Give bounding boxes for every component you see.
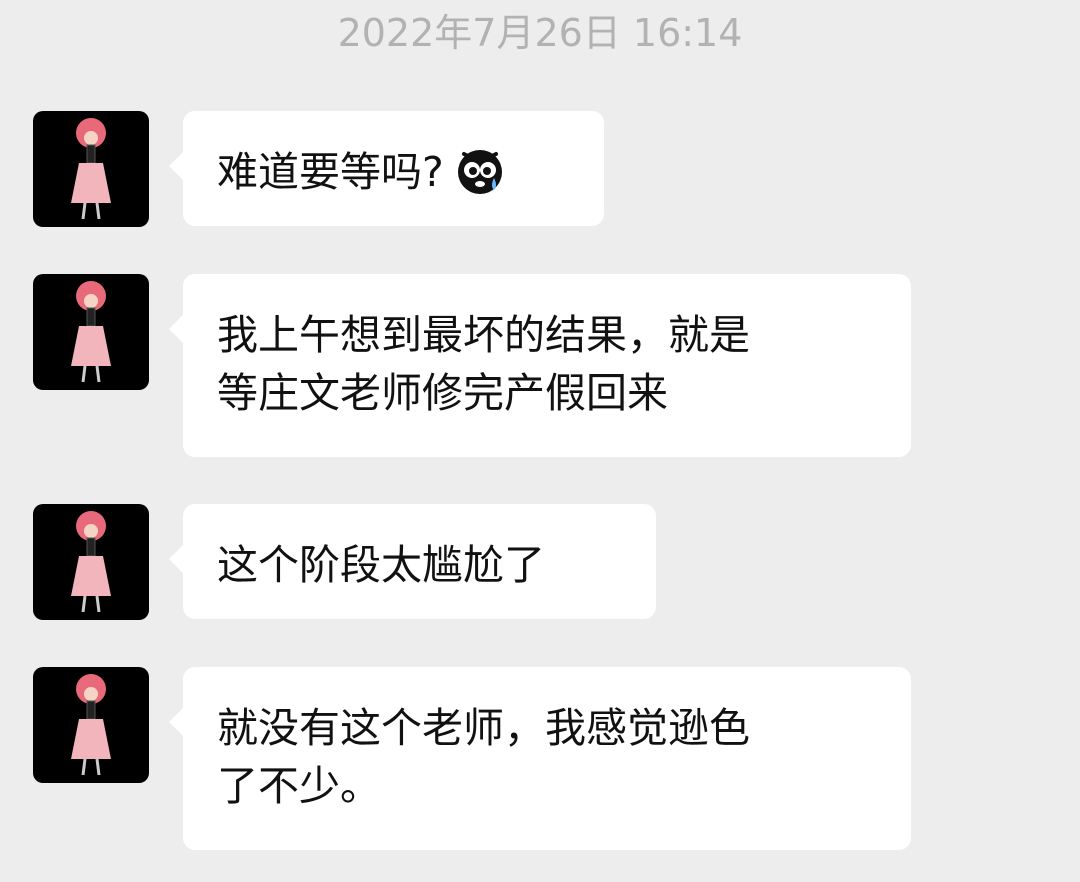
message-bubble[interactable]: 这个阶段太尴尬了 <box>169 504 656 619</box>
crying-face-emoji-icon <box>454 144 506 211</box>
avatar[interactable] <box>33 504 149 620</box>
message-text-line: 等庄文老师修完产假回来 <box>217 369 668 417</box>
message-text-line: 难道要等吗? <box>217 143 570 211</box>
avatar-figure-icon <box>71 511 111 613</box>
message-bubble[interactable]: 我上午想到最坏的结果，就是 等庄文老师修完产假回来 <box>169 274 911 457</box>
avatar-figure-icon <box>71 281 111 383</box>
message-bubble[interactable]: 难道要等吗? <box>169 111 604 226</box>
message-text-line: 这个阶段太尴尬了 <box>217 541 545 589</box>
message-text: 难道要等吗? <box>217 148 444 196</box>
avatar-figure-icon <box>71 118 111 220</box>
avatar[interactable] <box>33 274 149 390</box>
avatar-figure-icon <box>71 674 111 776</box>
message-text-line: 我上午想到最坏的结果，就是 <box>217 311 750 359</box>
message-bubble[interactable]: 就没有这个老师，我感觉逊色 了不少。 <box>169 667 911 850</box>
avatar[interactable] <box>33 111 149 227</box>
avatar[interactable] <box>33 667 149 783</box>
message-text-line: 就没有这个老师，我感觉逊色 <box>217 704 750 752</box>
chat-timestamp: 2022年7月26日 16:14 <box>337 11 743 55</box>
chat-window: 2022年7月26日 16:14 难道要等吗? 我上午想到最坏的结果，就是 等庄… <box>0 0 1080 882</box>
message-text-line: 了不少。 <box>217 762 381 810</box>
